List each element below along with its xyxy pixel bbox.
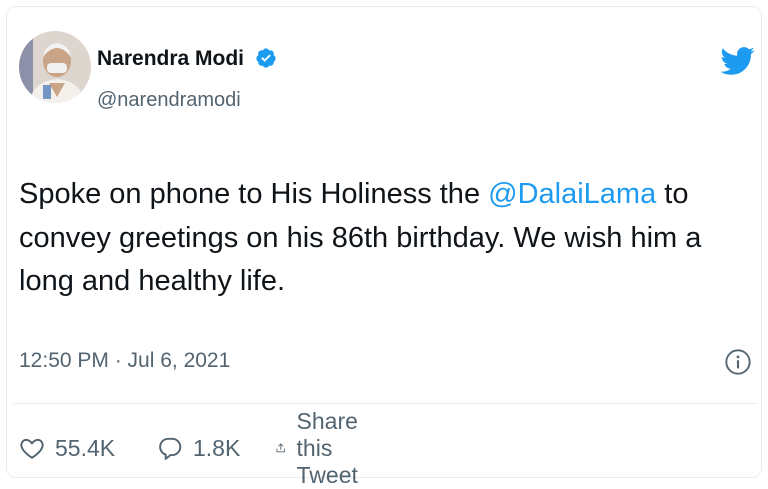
divider [13, 403, 757, 404]
reply-count: 1.8K [193, 434, 241, 461]
author-handle[interactable]: @narendramodi [97, 89, 241, 112]
twitter-bird-icon[interactable] [719, 43, 755, 79]
heart-icon [20, 438, 44, 459]
tweet-text-part: Spoke on phone to His Holiness the [19, 178, 489, 210]
like-button[interactable]: 55.4K [19, 431, 115, 465]
reply-button[interactable]: 1.8K [157, 431, 240, 465]
mention-link[interactable]: @DalaiLama [488, 178, 656, 210]
tweet-timestamp[interactable]: 12:50 PM · Jul 6, 2021 [19, 349, 230, 373]
info-icon[interactable] [724, 348, 752, 376]
reply-bubble-icon [159, 437, 182, 460]
share-label: Share this Tweet [296, 407, 358, 488]
like-count: 55.4K [55, 434, 116, 461]
author-name[interactable]: Narendra Modi [97, 47, 244, 71]
share-button[interactable]: Share this Tweet [275, 408, 372, 488]
avatar-photo [19, 31, 91, 103]
verified-badge-icon [256, 48, 276, 68]
share-icon [276, 443, 286, 453]
avatar[interactable] [19, 31, 91, 103]
tweet-card: Narendra Modi @narendramodi Spoke on pho… [6, 6, 762, 488]
tweet-text: Spoke on phone to His Holiness the @Dala… [19, 173, 754, 304]
